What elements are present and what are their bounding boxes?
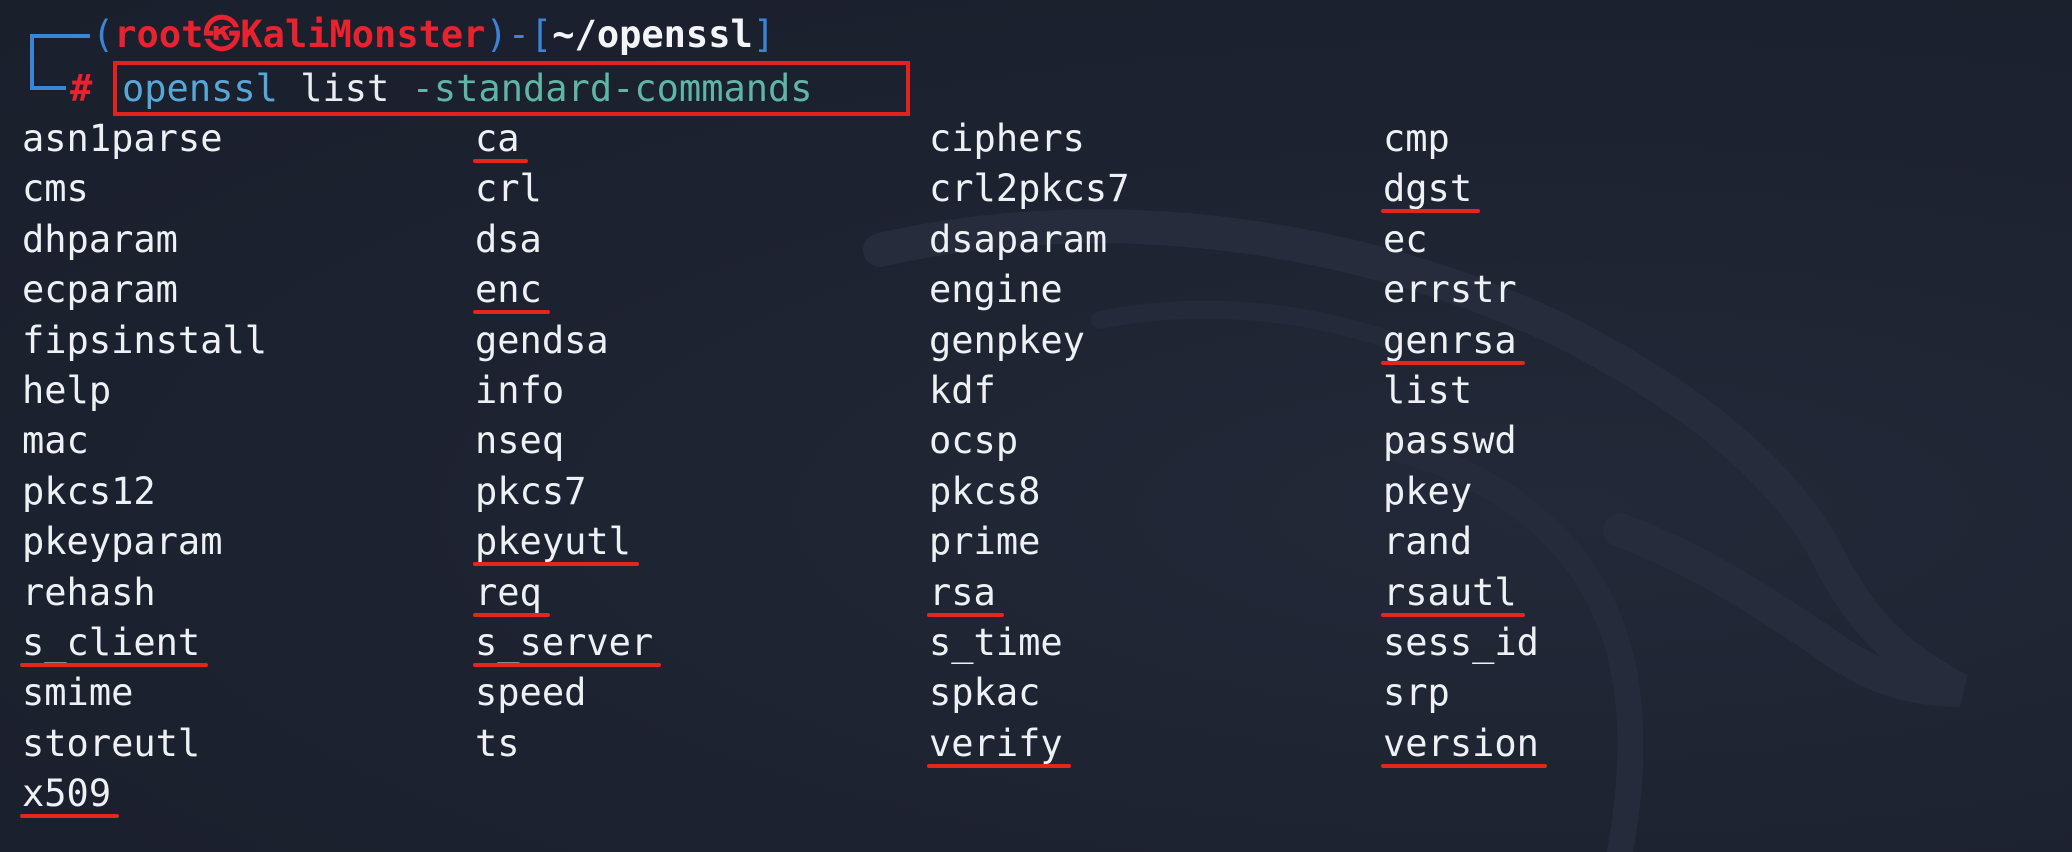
command-item: ecparam: [22, 268, 178, 312]
prompt-hash: #: [70, 67, 93, 110]
command-item: cms: [22, 167, 89, 211]
command-arg: list: [300, 67, 390, 110]
command-name: openssl: [122, 67, 278, 110]
command-item: ts: [475, 721, 520, 765]
command-item: version: [1383, 721, 1539, 765]
prompt-bracket-bottom: [30, 76, 66, 90]
command-item: verify: [929, 721, 1063, 765]
prompt-header: (root㉿KaliMonster)-[~/openssl]: [92, 10, 775, 60]
command-item: errstr: [1383, 268, 1517, 312]
command-option: -standard-commands: [411, 67, 813, 110]
command-item: ec: [1383, 217, 1428, 261]
command-item: sess_id: [1383, 621, 1539, 664]
command-item: rand: [1383, 520, 1473, 564]
command-item: crl: [475, 167, 542, 211]
prompt-open-paren: (: [92, 13, 115, 56]
command-item: pkey: [1383, 469, 1473, 513]
command-input[interactable]: openssl list -standard-commands: [122, 64, 813, 114]
command-item: dsaparam: [929, 217, 1108, 261]
command-item: engine: [929, 268, 1063, 312]
command-item: nseq: [475, 419, 565, 463]
command-item: storeutl: [22, 721, 201, 765]
command-item: dhparam: [22, 217, 178, 261]
command-item: ca: [475, 117, 520, 160]
command-item: asn1parse: [22, 117, 223, 160]
command-item: passwd: [1383, 419, 1517, 463]
command-item: cmp: [1383, 117, 1450, 160]
command-item: pkcs7: [475, 469, 587, 513]
command-item: s_time: [929, 621, 1063, 664]
command-item: mac: [22, 419, 89, 463]
command-item: rehash: [22, 570, 156, 614]
command-item: help: [22, 369, 112, 412]
command-item: genpkey: [929, 318, 1085, 362]
skull-icon: ㉿: [203, 13, 241, 56]
highlight-underline: [20, 814, 120, 819]
highlight-underline: [927, 763, 1071, 768]
highlight-underline: [20, 663, 209, 667]
command-item: spkac: [929, 671, 1041, 715]
command-item: rsautl: [1383, 570, 1517, 614]
command-item: speed: [475, 671, 587, 715]
prompt-user: root: [114, 13, 204, 56]
prompt-path: ~/openssl: [552, 13, 753, 56]
command-item: s_server: [475, 621, 654, 664]
prompt-close-bracket: ]: [752, 13, 776, 56]
terminal-window[interactable]: (root㉿KaliMonster)-[~/openssl] # openssl…: [0, 0, 2072, 852]
command-item: dsa: [475, 217, 542, 261]
command-item: srp: [1383, 671, 1450, 715]
highlight-underline: [473, 562, 640, 567]
highlight-underline: [1381, 612, 1525, 617]
highlight-underline: [1381, 209, 1481, 214]
highlight-underline: [1381, 763, 1548, 768]
highlight-underline: [927, 612, 1004, 617]
command-item: rsa: [929, 570, 996, 614]
command-item: pkcs8: [929, 469, 1041, 513]
command-item: dgst: [1383, 167, 1473, 211]
command-item: enc: [475, 268, 542, 312]
command-item: gendsa: [475, 318, 609, 362]
highlight-underline: [473, 612, 550, 617]
highlight-underline: [1381, 360, 1525, 365]
command-item: genrsa: [1383, 318, 1517, 362]
command-item: req: [475, 570, 542, 614]
highlight-underline: [473, 159, 528, 163]
command-item: crl2pkcs7: [929, 167, 1130, 211]
command-item: pkeyutl: [475, 520, 631, 564]
highlight-underline: [473, 663, 662, 667]
highlight-underline: [473, 310, 550, 315]
command-item: pkcs12: [22, 469, 156, 513]
command-item: prime: [929, 520, 1041, 564]
command-item: ciphers: [929, 117, 1085, 160]
command-item: list: [1383, 369, 1473, 412]
command-item: pkeyparam: [22, 520, 223, 564]
command-item: smime: [22, 671, 134, 715]
prompt-separator: )-[: [485, 13, 553, 56]
command-item: info: [475, 369, 565, 412]
command-item: kdf: [929, 369, 996, 412]
prompt-host: KaliMonster: [240, 13, 486, 56]
command-item: ocsp: [929, 419, 1019, 463]
command-item: fipsinstall: [22, 318, 268, 362]
command-item: s_client: [22, 621, 201, 664]
command-item: x509: [22, 772, 112, 816]
